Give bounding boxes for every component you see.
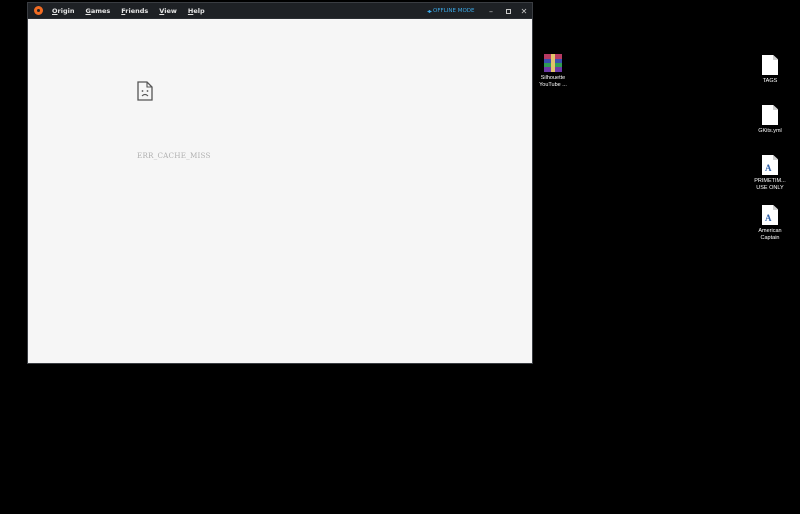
error-code: ERR_CACHE_MISS	[137, 151, 211, 160]
blank-file-icon	[762, 105, 778, 125]
winrar-archive-icon	[543, 54, 563, 72]
maximize-button[interactable]	[500, 3, 516, 19]
menu-bar: Origin Games Friends View Help	[52, 3, 216, 19]
sad-document-icon	[137, 81, 153, 101]
browser-content: ERR_CACHE_MISS	[28, 19, 532, 363]
desktop-icon-label: GKits.yml	[758, 128, 782, 134]
origin-window: Origin Games Friends View Help ◂▸ OFFLIN…	[27, 2, 533, 364]
desktop-icon-label: TAGS	[762, 78, 778, 84]
menu-origin[interactable]: Origin	[52, 3, 74, 19]
font-file-icon: A	[762, 155, 778, 175]
close-button[interactable]: ✕	[516, 3, 532, 19]
menu-friends[interactable]: Friends	[121, 3, 148, 19]
maximize-icon	[505, 8, 511, 14]
desktop-icon-primetime[interactable]: A PRIMETIM... USE ONLY	[750, 155, 790, 192]
minimize-icon: –	[489, 6, 493, 16]
offline-arrows-icon: ◂▸	[427, 7, 432, 15]
desktop-icon-gkits[interactable]: GKits.yml	[750, 105, 790, 135]
close-icon: ✕	[520, 6, 528, 16]
origin-logo-icon[interactable]	[34, 6, 43, 15]
minimize-button[interactable]: –	[483, 3, 499, 19]
offline-mode-label: OFFLINE MODE	[433, 8, 475, 14]
title-bar[interactable]: Origin Games Friends View Help ◂▸ OFFLIN…	[28, 3, 532, 19]
desktop-icon-label: American Captain	[758, 228, 782, 241]
desktop-icon-label: Silhouette YouTube ...	[539, 75, 567, 88]
menu-games[interactable]: Games	[85, 3, 110, 19]
menu-help[interactable]: Help	[188, 3, 205, 19]
offline-mode-indicator[interactable]: ◂▸ OFFLINE MODE	[427, 3, 475, 19]
blank-file-icon	[762, 55, 778, 75]
desktop-icon-label: PRIMETIM... USE ONLY	[754, 178, 786, 191]
font-file-icon: A	[762, 205, 778, 225]
desktop-icon-tags[interactable]: TAGS	[750, 55, 790, 85]
menu-view[interactable]: View	[159, 3, 177, 19]
desktop-icon-silhouette[interactable]: Silhouette YouTube ...	[533, 54, 573, 89]
desktop-icon-american-captain[interactable]: A American Captain	[750, 205, 790, 242]
